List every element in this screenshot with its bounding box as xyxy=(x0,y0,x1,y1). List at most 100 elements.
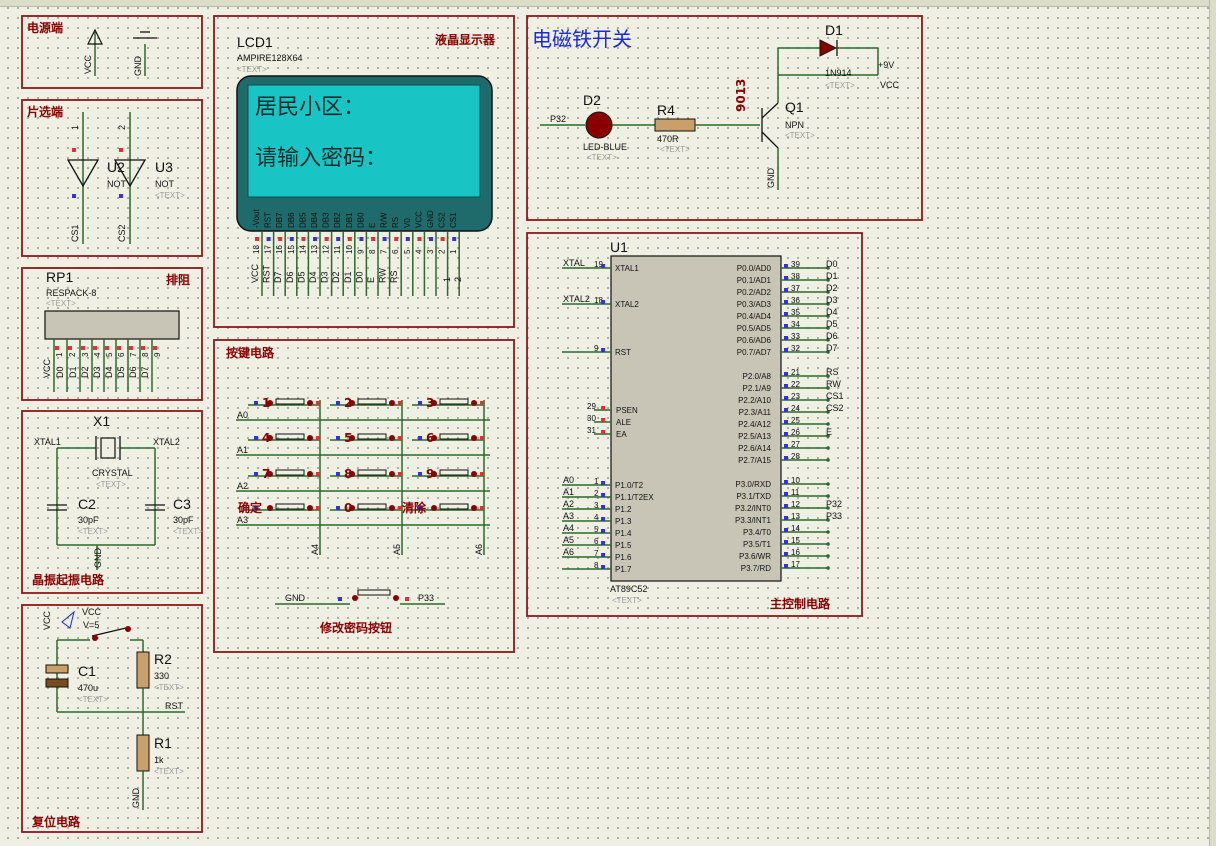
lcd-pin-net: D0 xyxy=(354,271,364,283)
mcu-pin-net: A2 xyxy=(563,499,574,509)
lcd-pin-number: 6 xyxy=(391,249,400,254)
power-block[interactable]: 电源端 VCC GND xyxy=(21,15,203,89)
respack-pin-number: 8 xyxy=(141,352,150,357)
keypad-key[interactable]: 7 xyxy=(248,467,320,481)
mcu-pin-number: 26 xyxy=(791,428,800,437)
mcu-pin-number: 13 xyxy=(791,512,800,521)
mcu-pin-name: P3.6/WR xyxy=(739,552,771,561)
resistor-r4-icon[interactable] xyxy=(654,118,696,132)
mcu-pin-number: 39 xyxy=(791,260,800,269)
modify-password-button[interactable] xyxy=(357,589,391,596)
mcu-pin-number: 5 xyxy=(594,525,599,534)
lcd-pin-number: 12 xyxy=(322,245,331,254)
reset-gnd: GND xyxy=(131,788,141,809)
capacitor-c1-icon[interactable] xyxy=(45,664,69,674)
key-row-net: A2 xyxy=(237,481,248,491)
chip-select-block[interactable]: 片选端 1 2 U2 NOT U3 NOT <TEXT> CS1 CS2 xyxy=(21,99,203,257)
mcu-pin-name: P3.5/T1 xyxy=(743,540,772,549)
magnet-block[interactable]: 电磁铁开关 P32 D2 LED-BLUE <TEXT> R4 470R <TE… xyxy=(526,15,923,221)
keypad-key[interactable]: 确定 xyxy=(238,500,320,515)
keypad-key[interactable]: 6 xyxy=(412,431,484,445)
mcu-block[interactable]: U1 AT89C52 <TEXT> 主控制电路 XTAL1 1 9 XTAL XTAL2… xyxy=(526,232,863,617)
mcu-pin-name: RST xyxy=(615,348,631,357)
d1-text: <TEXT> xyxy=(825,81,855,90)
respack-body[interactable] xyxy=(44,310,180,340)
power-title: 电源端 xyxy=(27,20,63,35)
mcu-pin-number: 14 xyxy=(791,524,800,533)
mcu-pin-number: 12 xyxy=(791,500,800,509)
r2-text: <TEXT> xyxy=(154,683,184,692)
mcu-pin-name: P2.4/A12 xyxy=(738,420,771,429)
c2-ref: C2 xyxy=(78,496,96,512)
keypad-key-label: 1 xyxy=(262,396,270,410)
mcu-pin-name: P2.5/A13 xyxy=(738,432,771,441)
respack-block[interactable]: RP1 RESPACK-8 <TEXT> 排阻 VCC1 D0 2 D1 3 D2 4 D3 5… xyxy=(21,267,203,401)
rp1-text: <TEXT> xyxy=(46,299,76,308)
c3-text: <TEXT> xyxy=(173,527,203,536)
keypad-key[interactable]: 2 xyxy=(330,396,402,410)
keypad-key-label: 7 xyxy=(262,467,270,481)
keypad-key[interactable]: 1 xyxy=(248,396,320,410)
crystal-name: CRYSTAL xyxy=(92,468,133,478)
mcu-pin-number: 36 xyxy=(791,296,800,305)
lcd-pin-net: E xyxy=(366,277,376,283)
keypad-key[interactable]: 0 xyxy=(330,501,402,515)
mcu-pin-number: 16 xyxy=(791,548,800,557)
resistor-r1-icon[interactable] xyxy=(136,734,150,772)
d1-ref: D1 xyxy=(825,22,843,38)
schematic-canvas[interactable]: 电源端 VCC GND 片选端 1 2 U2 NOT U3 NOT <TEXT>… xyxy=(0,0,1216,846)
q1-type: NPN xyxy=(785,120,804,130)
crystal-block[interactable]: X1 XTAL1 XTAL2 CRYSTAL <TEXT> C2 30pF <T… xyxy=(21,410,203,594)
lcd-pin-net: D2 xyxy=(331,271,341,283)
lcd-title: 液晶显示器 xyxy=(435,32,496,47)
lcd-pin-number: 18 xyxy=(252,245,261,254)
mcu-pin-number: 15 xyxy=(791,536,800,545)
keypad-key[interactable]: 8 xyxy=(330,467,402,481)
keypad-key[interactable]: 3 xyxy=(412,396,484,410)
schematic-sheet[interactable]: 电源端 VCC GND 片选端 1 2 U2 NOT U3 NOT <TEXT>… xyxy=(0,0,1216,846)
rp1-ref: RP1 xyxy=(46,269,73,285)
lcd-pin-net: 1 xyxy=(442,277,452,282)
resistor-r2-icon[interactable] xyxy=(136,651,150,689)
lcd-block[interactable]: LCD1 AMPIRE128X64 <TEXT> 液晶显示器 居民小区： 请输入… xyxy=(213,15,515,328)
keypad-key[interactable]: 9 xyxy=(412,467,484,481)
keypad-key[interactable]: 5 xyxy=(330,431,402,445)
mcu-pin-number: 35 xyxy=(791,308,800,317)
keypad-key-label: 5 xyxy=(344,431,352,445)
mcu-pin-number: 32 xyxy=(791,344,800,353)
lcd-pin-name: -Vout xyxy=(252,209,261,228)
lcd-pin-name: CS2 xyxy=(438,212,447,228)
lcd-pin-number: 8 xyxy=(368,249,377,254)
d2-text: <TEXT> xyxy=(587,153,617,162)
mcu-pin-name: P1.0/T2 xyxy=(615,481,644,490)
led-icon[interactable] xyxy=(585,111,613,139)
keypad-key-label: 确定 xyxy=(238,500,262,515)
mcu-pin-number: 4 xyxy=(594,513,599,522)
crystal-text: <TEXT> xyxy=(96,480,126,489)
keypad-key[interactable]: 4 xyxy=(248,431,320,445)
lcd-ref: LCD1 xyxy=(237,34,273,50)
lcd-pin-name: DB7 xyxy=(275,212,284,228)
keypad-block[interactable]: 按键电路 A0 A1 A2 A3 A4 A5 A6 1 2 3 4 5 6 7 8 9 确定 0 清除 GND P3… xyxy=(213,339,515,653)
u1-ref: U1 xyxy=(610,239,628,255)
diode-d1-icon[interactable] xyxy=(819,39,838,57)
respack-pin-label: D3 xyxy=(92,366,102,378)
magnet-vcc: VCC xyxy=(880,80,900,90)
lcd-line-2: 请输入密码： xyxy=(255,146,387,171)
mcu-pin-number: 17 xyxy=(791,560,800,569)
mcu-pin-net: D7 xyxy=(826,343,838,353)
mcu-pin-number: 31 xyxy=(587,426,596,435)
reset-vcc-probe: VCC xyxy=(82,607,102,617)
mcu-pin-name: P3.4/T0 xyxy=(743,528,772,537)
mcu-pin-net: XTAL2 xyxy=(563,294,590,304)
reset-block[interactable]: VCC VCC V=5 C1 470u <TEXT> R2 330 <TEXT>… xyxy=(21,604,203,833)
mcu-pin-number: 37 xyxy=(791,284,800,293)
reset-v5: V=5 xyxy=(83,620,99,630)
keypad-key[interactable]: 清除 xyxy=(402,500,484,515)
r4-text: <TEXT> xyxy=(660,145,690,154)
mcu-pin-number: 29 xyxy=(587,402,596,411)
r1-value: 1k xyxy=(154,755,164,765)
crystal-icon[interactable] xyxy=(100,437,116,459)
mcu-pin-number: 10 xyxy=(791,476,800,485)
u3-text: <TEXT> xyxy=(155,191,185,200)
